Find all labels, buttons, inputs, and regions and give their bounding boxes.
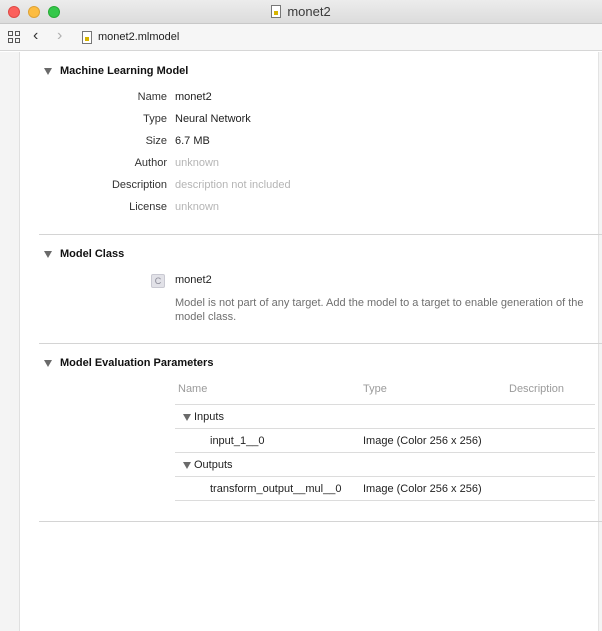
property-label: Description bbox=[111, 179, 167, 191]
grid-icon[interactable] bbox=[8, 31, 21, 44]
property-value: unknown bbox=[175, 157, 220, 169]
property-value: Neural Network bbox=[175, 113, 251, 125]
column-header-name[interactable]: Name bbox=[178, 383, 207, 395]
window-title: monet2 bbox=[0, 4, 602, 19]
property-label: License bbox=[129, 201, 167, 213]
window-title-text: monet2 bbox=[287, 4, 331, 19]
property-value: unknown bbox=[175, 201, 220, 213]
property-value: description not included bbox=[175, 179, 291, 191]
disclosure-triangle-icon[interactable] bbox=[44, 251, 52, 258]
table-separator bbox=[175, 500, 595, 501]
property-value: 6.7 MB bbox=[175, 135, 210, 147]
table-separator bbox=[175, 428, 595, 429]
group-label-inputs[interactable]: Inputs bbox=[194, 411, 224, 423]
property-label: Author bbox=[134, 157, 167, 169]
section-divider bbox=[39, 521, 602, 522]
model-class-note: Model is not part of any target. Add the… bbox=[175, 297, 584, 323]
property-label: Type bbox=[143, 113, 167, 125]
class-badge-icon: C bbox=[151, 274, 165, 288]
table-separator bbox=[175, 404, 595, 405]
disclosure-triangle-icon[interactable] bbox=[44, 68, 52, 75]
parameter-name: input_1__0 bbox=[210, 435, 265, 447]
disclosure-triangle-icon[interactable] bbox=[44, 360, 52, 367]
mlmodel-file-icon bbox=[82, 31, 92, 44]
jump-bar: ‹ › monet2.mlmodel bbox=[0, 24, 602, 51]
back-chevron-icon[interactable]: ‹ bbox=[33, 27, 38, 45]
property-label: Name bbox=[137, 91, 167, 103]
parameter-type: Image (Color 256 x 256) bbox=[363, 483, 482, 495]
right-gutter bbox=[598, 52, 602, 631]
mlmodel-file-icon bbox=[271, 5, 282, 18]
left-gutter bbox=[0, 52, 20, 631]
parameter-type: Image (Color 256 x 256) bbox=[363, 435, 482, 447]
disclosure-triangle-icon[interactable] bbox=[183, 414, 191, 421]
property-label: Size bbox=[145, 135, 167, 147]
table-separator bbox=[175, 476, 595, 477]
disclosure-triangle-icon[interactable] bbox=[183, 462, 191, 469]
window-titlebar: monet2 bbox=[0, 0, 602, 24]
column-header-description[interactable]: Description bbox=[509, 383, 564, 395]
table-separator bbox=[175, 452, 595, 453]
column-header-type[interactable]: Type bbox=[363, 383, 387, 395]
group-label-outputs[interactable]: Outputs bbox=[194, 459, 233, 471]
section-title-ml-model: Machine Learning Model bbox=[60, 65, 189, 77]
property-value: monet2 bbox=[175, 91, 212, 103]
section-divider bbox=[39, 234, 602, 235]
forward-chevron-icon[interactable]: › bbox=[57, 27, 62, 45]
model-class-name: monet2 bbox=[175, 274, 212, 286]
jump-bar-file[interactable]: monet2.mlmodel bbox=[98, 31, 179, 43]
parameter-name: transform_output__mul__0 bbox=[210, 483, 342, 495]
section-divider bbox=[39, 343, 602, 344]
section-title-eval-params: Model Evaluation Parameters bbox=[60, 357, 214, 369]
section-title-model-class: Model Class bbox=[60, 248, 125, 260]
